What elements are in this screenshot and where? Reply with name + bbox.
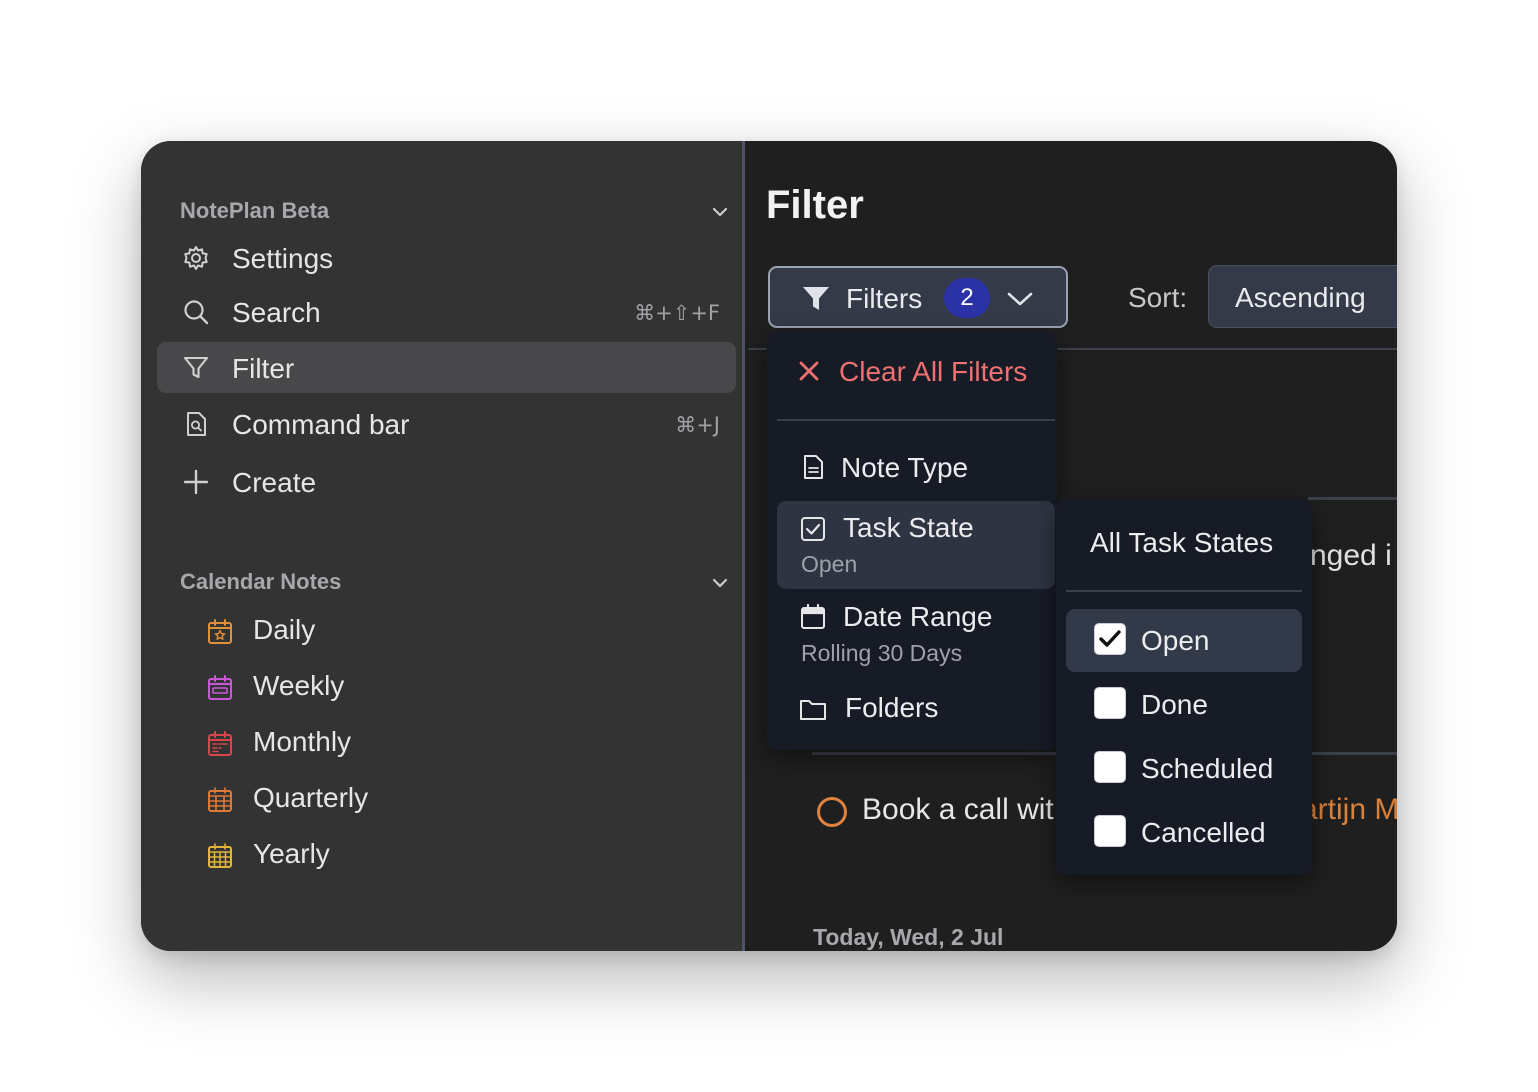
sidebar-item-search[interactable]: Search ⌘+⇧+F [157, 286, 736, 337]
sidebar-item-label: Search [232, 297, 321, 328]
background-text: nged i [1310, 539, 1392, 572]
calendar-item-monthly[interactable]: Monthly [201, 723, 601, 763]
calendar-item-label: Yearly [253, 838, 330, 869]
section-title-noteplan: NotePlan Beta [180, 198, 330, 223]
person-link[interactable]: artijn M [1301, 793, 1397, 827]
filters-button-label: Filters [846, 283, 923, 314]
task-text: Book a call wit [862, 793, 1054, 826]
option-done[interactable]: Done [1066, 673, 1302, 736]
sidebar-item-settings[interactable]: Settings [157, 232, 736, 283]
chevron-down-icon [1006, 286, 1034, 312]
calendar-item-label: Monthly [253, 726, 352, 757]
menu-divider [1066, 590, 1302, 592]
sidebar-item-label: Command bar [232, 409, 410, 440]
sidebar-item-label: Create [232, 467, 317, 498]
yearly-calendar-icon [205, 841, 235, 871]
calendar-item-label: Quarterly [253, 782, 369, 813]
option-cancelled[interactable]: Cancelled [1066, 801, 1302, 864]
daily-calendar-icon [205, 617, 235, 647]
document-search-icon [182, 410, 210, 438]
quarterly-calendar-icon [205, 785, 235, 815]
menu-item-sublabel: Open [801, 551, 858, 577]
all-task-states-option[interactable]: All Task States [1090, 527, 1273, 559]
calendar-icon [799, 603, 827, 631]
folder-icon [799, 695, 827, 723]
menu-item-task-state[interactable]: Task State Open [777, 501, 1055, 589]
calendar-item-daily[interactable]: Daily [201, 611, 601, 651]
filters-button[interactable]: Filters 2 [768, 266, 1068, 328]
menu-item-sublabel: Rolling 30 Days [801, 640, 963, 666]
sidebar-item-label: Filter [232, 353, 295, 384]
checkbox-icon [799, 515, 827, 543]
funnel-icon [802, 286, 830, 312]
weekly-calendar-icon [205, 673, 235, 703]
calendar-item-label: Daily [253, 614, 316, 645]
divider [1308, 497, 1397, 500]
menu-item-folders[interactable]: Folders [777, 684, 1055, 734]
option-label: Open [1141, 625, 1210, 656]
section-title-calendar-notes: Calendar Notes [180, 569, 342, 594]
sidebar-item-command-bar[interactable]: Command bar ⌘+J [157, 398, 736, 449]
open-task-checkbox[interactable] [817, 797, 847, 827]
option-label: Done [1141, 689, 1208, 720]
sidebar: NotePlan Beta Settings Search ⌘+⇧+F Filt… [141, 141, 745, 951]
checkbox[interactable] [1094, 687, 1126, 719]
sort-label: Sort: [1128, 282, 1188, 313]
option-label: Cancelled [1141, 817, 1266, 848]
keyboard-shortcut: ⌘+J [675, 413, 720, 437]
search-icon [182, 298, 210, 326]
option-label: Scheduled [1141, 753, 1274, 784]
option-scheduled[interactable]: Scheduled [1066, 737, 1302, 800]
menu-item-label: Date Range [843, 601, 993, 632]
calendar-item-weekly[interactable]: Weekly [201, 667, 601, 707]
filter-menu-items: Task State Open Date Range Rolling 30 Da… [767, 332, 1057, 750]
monthly-calendar-icon [205, 729, 235, 759]
sidebar-item-filter[interactable]: Filter [157, 342, 736, 393]
checkbox-checked[interactable] [1094, 623, 1126, 655]
checkbox[interactable] [1094, 815, 1126, 847]
sort-value: Ascending [1235, 282, 1366, 313]
filter-count-badge: 2 [944, 278, 990, 318]
page-title: Filter [766, 183, 864, 227]
keyboard-shortcut: ⌘+⇧+F [634, 301, 720, 325]
sidebar-item-create[interactable]: Create [157, 456, 736, 507]
menu-item-label: Folders [845, 692, 939, 723]
calendar-item-label: Weekly [253, 670, 345, 701]
menu-item-label: Task State [843, 512, 974, 543]
funnel-icon [182, 354, 210, 382]
checkbox[interactable] [1094, 751, 1126, 783]
chevron-down-icon[interactable] [707, 570, 733, 596]
date-header: Today, Wed, 2 Jul [813, 924, 1004, 950]
chevron-down-icon[interactable] [707, 199, 733, 225]
sidebar-item-label: Settings [232, 243, 334, 274]
gear-icon [182, 244, 210, 272]
plus-icon [182, 468, 210, 496]
option-open[interactable]: Open [1066, 609, 1302, 672]
sort-select[interactable]: Ascending [1208, 265, 1397, 328]
task-state-menu: All Task States Open Done Scheduled Canc… [1056, 500, 1312, 875]
calendar-item-quarterly[interactable]: Quarterly [201, 779, 601, 819]
menu-item-date-range[interactable]: Date Range Rolling 30 Days [777, 592, 1055, 678]
calendar-item-yearly[interactable]: Yearly [201, 835, 601, 875]
